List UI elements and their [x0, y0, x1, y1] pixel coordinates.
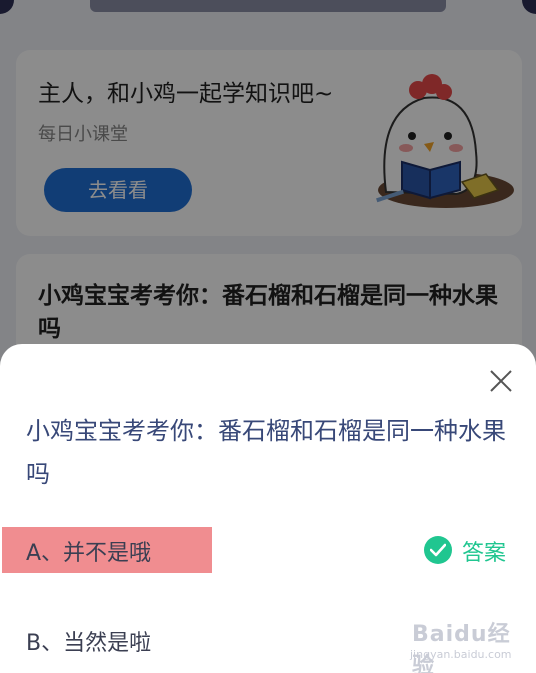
watermark-brand: Baidu经验 [412, 622, 511, 673]
close-icon[interactable] [488, 368, 514, 394]
option-b-label: B、当然是啦 [26, 631, 152, 656]
quiz-question: 小鸡宝宝考考你：番石榴和石榴是同一种水果吗 [26, 417, 506, 488]
option-a-label: A、并不是哦 [26, 541, 152, 566]
check-circle-icon [424, 536, 452, 564]
option-a[interactable]: A、并不是哦 答案 [0, 527, 536, 573]
watermark-url: jingyan.baidu.com [410, 648, 512, 661]
answer-label: 答案 [462, 541, 507, 566]
baidu-watermark: Baidu经验 jingyan.baidu.com [408, 616, 526, 673]
